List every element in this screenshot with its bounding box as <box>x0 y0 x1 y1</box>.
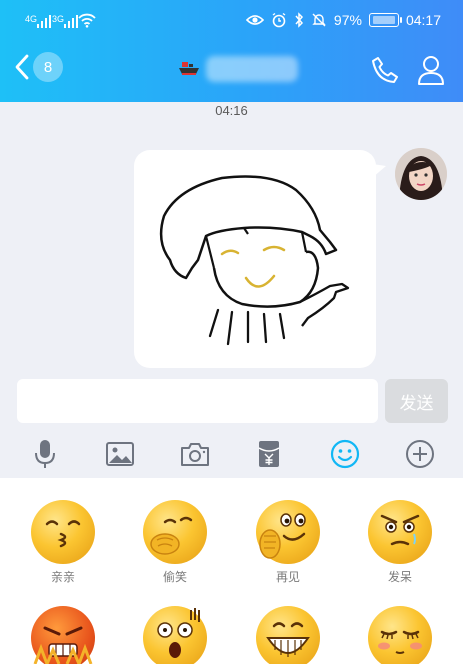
battery-icon <box>368 13 402 27</box>
nav-bar: 8 <box>0 44 463 102</box>
mute-bell-icon <box>312 13 326 27</box>
snicker-face-icon <box>143 500 207 564</box>
angry-face-icon <box>31 606 95 664</box>
network-4g-label: 4G <box>25 14 38 24</box>
image-icon <box>106 442 134 466</box>
send-button[interactable]: 发送 <box>385 379 448 423</box>
image-button[interactable] <box>104 438 136 470</box>
camera-icon <box>181 443 209 466</box>
doodle-image <box>159 175 350 346</box>
chat-title <box>178 56 298 82</box>
plus-icon <box>406 440 434 468</box>
input-toolbar <box>0 430 463 478</box>
unread-badge: 8 <box>33 52 63 82</box>
eye-icon <box>245 15 264 25</box>
emoji-label: 偷笑 <box>162 570 187 584</box>
blurred-contact-name <box>206 56 298 82</box>
avatar[interactable] <box>395 148 447 200</box>
emoji-snicker[interactable]: 偷笑 <box>130 500 220 585</box>
emoji-label: 亲亲 <box>50 570 75 584</box>
emoji-grin[interactable] <box>243 606 333 664</box>
kiss-face-icon <box>31 500 95 564</box>
input-bar: 发送 <box>0 372 463 430</box>
back-button[interactable]: 8 <box>14 52 63 82</box>
emoji-angry[interactable] <box>18 606 108 664</box>
ship-icon <box>179 62 199 75</box>
red-packet-icon <box>258 441 280 467</box>
message-timestamp: 04:16 <box>215 103 248 118</box>
emoji-icon <box>330 439 360 469</box>
message-bubble[interactable] <box>134 150 376 368</box>
emoji-kiss[interactable]: 亲亲 <box>18 500 108 585</box>
camera-button[interactable] <box>179 438 211 470</box>
network-3g-label: 3G <box>52 14 65 24</box>
battery-percent: 97% <box>333 12 362 28</box>
grin-face-icon <box>256 606 320 664</box>
microphone-icon <box>35 440 55 468</box>
profile-icon[interactable] <box>417 54 445 86</box>
voice-button[interactable] <box>29 438 61 470</box>
signal-icon-2 <box>64 14 78 28</box>
emoji-stare[interactable]: 发呆 <box>355 500 445 585</box>
emoji-bye[interactable]: 再见 <box>243 500 333 585</box>
shy-face-icon <box>368 606 432 664</box>
chevron-left-icon <box>15 54 29 80</box>
red-packet-button[interactable] <box>253 438 285 470</box>
header: 4G 3G 97% 04:17 8 <box>0 0 463 102</box>
emoji-panel: 亲亲 偷笑 再见 发呆 <box>0 478 463 664</box>
emoji-label: 发呆 <box>387 570 412 584</box>
more-button[interactable] <box>404 438 436 470</box>
emoji-shocked[interactable] <box>130 606 220 664</box>
stare-face-icon <box>368 500 432 564</box>
status-bar: 4G 3G 97% 04:17 <box>0 0 463 44</box>
signal-icon <box>37 14 51 28</box>
alarm-icon <box>272 12 286 28</box>
message-input[interactable] <box>17 379 378 423</box>
bluetooth-icon <box>295 12 303 28</box>
bubble-tail <box>372 164 386 178</box>
phone-call-icon[interactable] <box>369 54 401 86</box>
emoji-shy[interactable] <box>355 606 445 664</box>
wifi-icon <box>78 13 96 28</box>
bye-face-icon <box>256 500 320 564</box>
emoji-button[interactable] <box>329 438 361 470</box>
status-time: 04:17 <box>405 12 441 28</box>
avatar-image <box>395 148 447 200</box>
emoji-label: 再见 <box>275 570 300 584</box>
shocked-face-icon <box>143 606 207 664</box>
